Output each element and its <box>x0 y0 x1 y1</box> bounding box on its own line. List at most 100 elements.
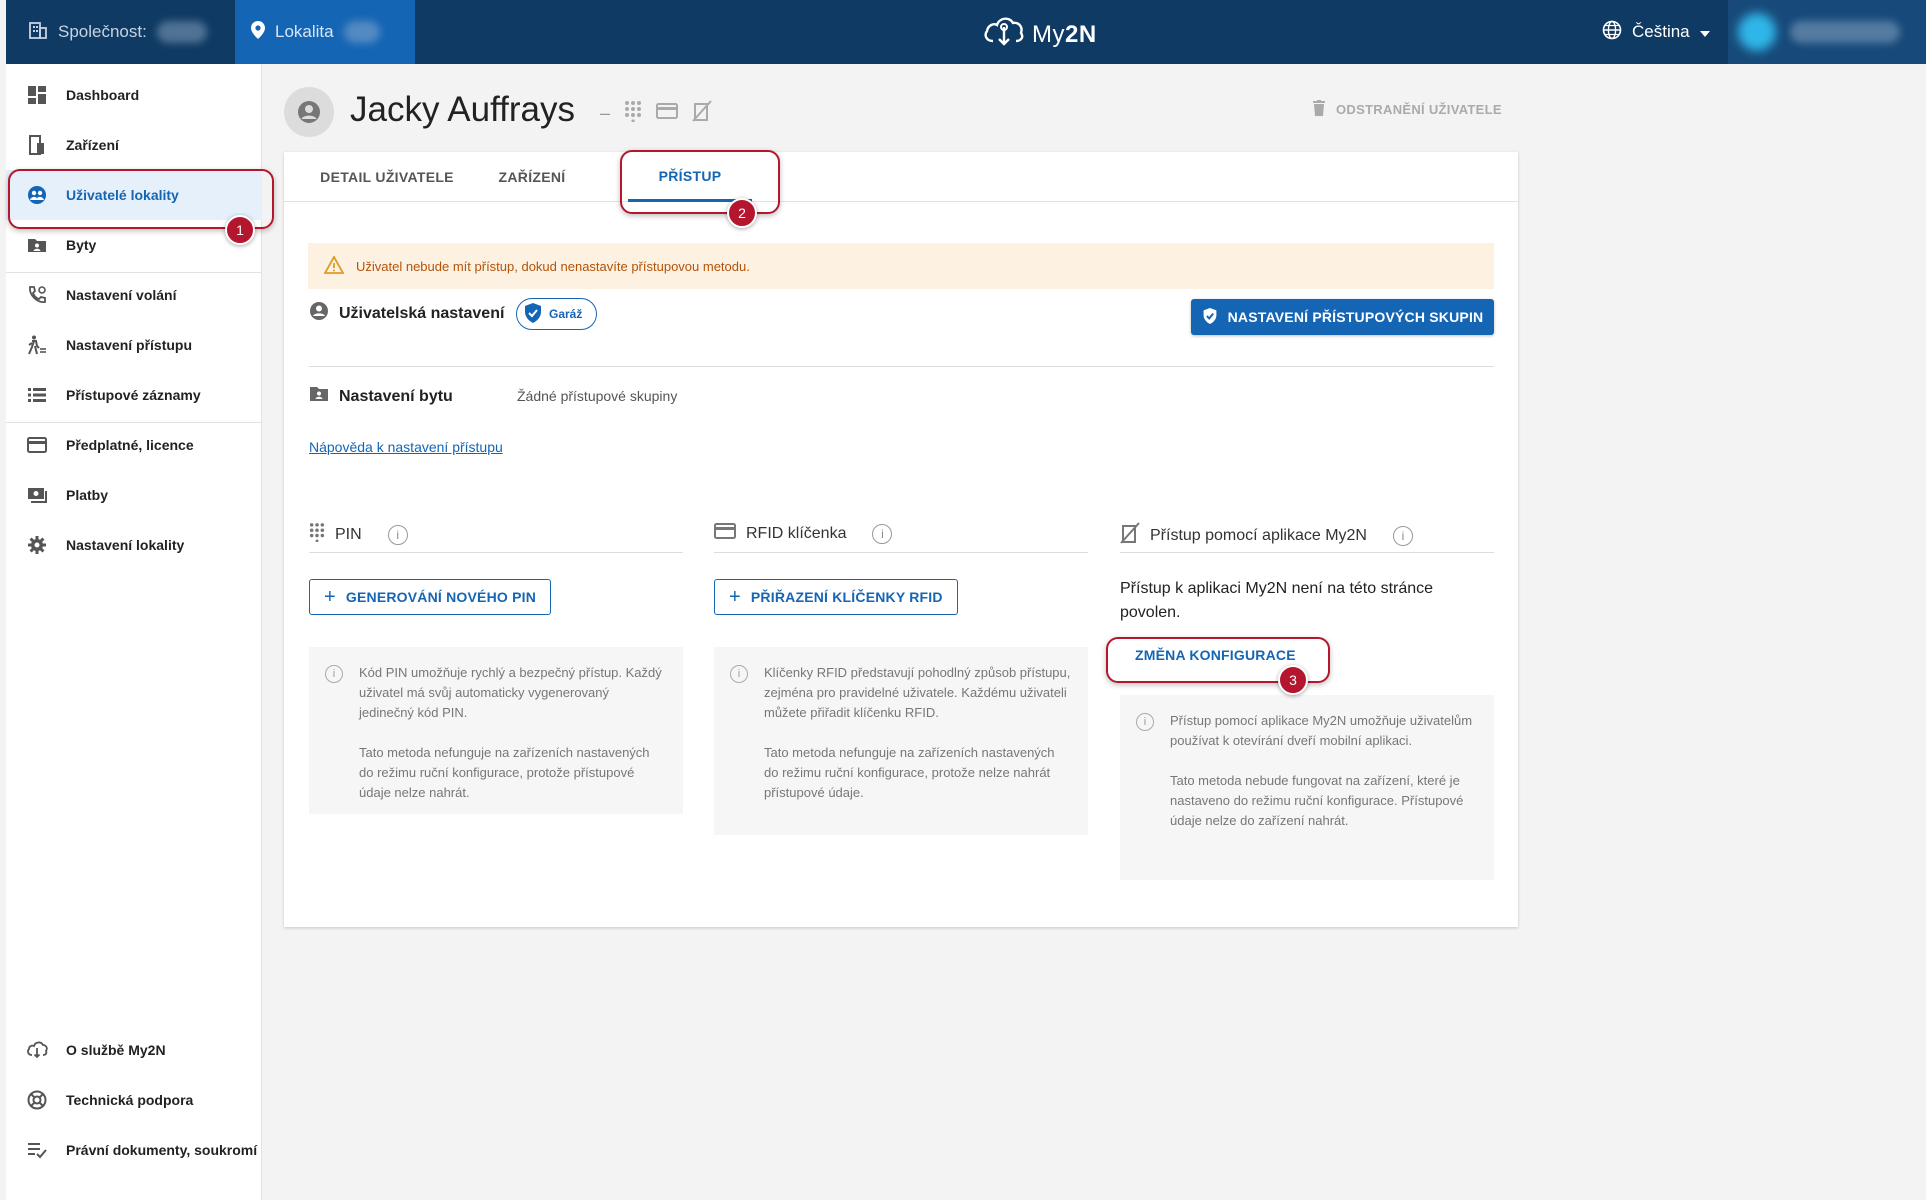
rfid-info-box: i Klíčenky RFID představují pohodlný způ… <box>714 647 1088 835</box>
pin-divider <box>309 552 683 553</box>
sidebar-item-access-settings[interactable]: Nastavení přístupu <box>6 320 262 370</box>
trash-icon <box>1312 100 1326 119</box>
rfid-info-text-2: Tato metoda nefunguje na zařízeních nast… <box>764 745 1055 800</box>
device-icon <box>26 134 48 156</box>
access-group-chip[interactable]: Garáž <box>516 298 598 330</box>
app-info-text-1: Přístup pomocí aplikace My2N umožňuje už… <box>1170 713 1473 748</box>
avatar <box>1738 13 1776 51</box>
user-access-method-icons: – <box>600 100 712 127</box>
sidebar-item-legal[interactable]: Právní dokumenty, soukromí <box>6 1125 262 1175</box>
company-label: Společnost: <box>58 22 147 41</box>
sidebar-item-tech-support[interactable]: Technická podpora <box>6 1075 262 1125</box>
sidebar-item-label: Platby <box>66 487 109 503</box>
keypad-icon <box>309 522 325 547</box>
sidebar-item-devices[interactable]: Zařízení <box>6 120 262 170</box>
sidebar-item-access-logs[interactable]: Přístupové záznamy <box>6 370 262 420</box>
annotation-badge-3: 3 <box>1278 665 1308 695</box>
dashboard-icon <box>26 84 48 106</box>
info-icon[interactable]: i <box>387 524 408 545</box>
globe-icon <box>1602 20 1622 45</box>
rfid-info-text-1: Klíčenky RFID představují pohodlný způso… <box>764 665 1071 720</box>
mobile-app-icon <box>692 100 712 127</box>
tab-devices[interactable]: ZAŘÍZENÍ <box>484 152 580 202</box>
access-help-link[interactable]: Nápověda k nastavení přístupu <box>309 439 503 455</box>
annotation-badge-2: 2 <box>727 198 757 228</box>
tab-bar: DETAIL UŽIVATELE ZAŘÍZENÍ PŘÍSTUP <box>284 152 1518 202</box>
pin-info-box: i Kód PIN umožňuje rychlý a bezpečný pří… <box>309 647 683 814</box>
access-groups-settings-button[interactable]: NASTAVENÍ PŘÍSTUPOVÝCH SKUPIN <box>1191 299 1494 335</box>
list-icon <box>26 384 48 406</box>
info-icon: i <box>1136 713 1154 731</box>
sidebar-item-label: Právní dokumenty, soukromí <box>66 1142 258 1158</box>
sidebar-item-call-settings[interactable]: Nastavení volání <box>6 270 262 320</box>
delete-user-label: ODSTRANĚNÍ UŽIVATELE <box>1336 102 1502 117</box>
sidebar: Dashboard Zařízení Uživatelé lokality By… <box>6 64 262 1200</box>
section-divider <box>309 366 1494 367</box>
cloud-icon <box>26 1039 48 1061</box>
caret-down-icon <box>1699 22 1710 42</box>
generate-pin-button[interactable]: + GENEROVÁNÍ NOVÉHO PIN <box>309 579 552 615</box>
annotation-badge-1: 1 <box>225 215 255 245</box>
location-label: Lokalita <box>275 22 334 41</box>
info-icon[interactable]: i <box>1392 525 1413 546</box>
app-title: Přístup pomocí aplikace My2N <box>1150 526 1367 544</box>
delete-user-button[interactable]: ODSTRANĚNÍ UŽIVATELE <box>1312 100 1502 119</box>
page-title: Jacky Auffrays <box>350 90 576 129</box>
keypad-icon <box>624 100 642 127</box>
legal-icon <box>26 1139 48 1161</box>
app-divider <box>1120 552 1494 553</box>
support-icon <box>26 1089 48 1111</box>
phone-settings-icon <box>26 284 48 306</box>
rfid-section-title: RFID klíčenka i <box>714 522 893 545</box>
access-card: DETAIL UŽIVATELE ZAŘÍZENÍ PŘÍSTUP Uživat… <box>284 152 1518 927</box>
sidebar-item-label: Nastavení volání <box>66 287 177 303</box>
logo-text: My2N <box>1032 20 1097 48</box>
user-name-redacted <box>1790 21 1900 43</box>
pin-info-text-2: Tato metoda nefunguje na zařízeních nast… <box>359 745 650 800</box>
user-menu[interactable] <box>1728 0 1926 64</box>
location-selector[interactable]: Lokalita <box>235 0 415 64</box>
company-name-redacted <box>156 21 207 43</box>
shield-check-icon <box>523 302 543 327</box>
mobile-app-icon <box>1120 522 1140 549</box>
sidebar-item-label: Byty <box>66 237 97 253</box>
sidebar-item-subscription[interactable]: Předplatné, licence <box>6 420 262 470</box>
my2n-logo: My2N <box>982 13 1097 56</box>
info-icon: i <box>325 665 343 683</box>
apartment-settings-label: Nastavení bytu <box>339 387 453 405</box>
plus-icon: + <box>324 585 336 608</box>
sidebar-item-dashboard[interactable]: Dashboard <box>6 70 262 120</box>
assign-rfid-button[interactable]: + PŘIŘAZENÍ KLÍČENKY RFID <box>714 579 958 615</box>
header-dash: – <box>600 103 611 123</box>
access-groups-settings-label: NASTAVENÍ PŘÍSTUPOVÝCH SKUPIN <box>1227 309 1484 325</box>
info-icon[interactable]: i <box>872 523 893 544</box>
apartment-settings-row: Nastavení bytu <box>309 385 453 408</box>
user-settings-row: Uživatelská nastavení <box>309 301 504 326</box>
sidebar-item-label: Zařízení <box>66 137 119 153</box>
tab-user-detail[interactable]: DETAIL UŽIVATELE <box>314 152 460 202</box>
user-circle-icon <box>309 301 329 326</box>
language-selector[interactable]: Čeština <box>1602 0 1710 64</box>
app-info-text-2: Tato metoda nebude fungovat na zařízení,… <box>1170 773 1464 828</box>
rfid-divider <box>714 552 1088 553</box>
location-name-redacted <box>343 21 380 43</box>
assign-rfid-label: PŘIŘAZENÍ KLÍČENKY RFID <box>750 589 943 605</box>
payment-icon <box>26 484 48 506</box>
sidebar-item-label: Nastavení přístupu <box>66 337 193 353</box>
language-label: Čeština <box>1632 22 1690 41</box>
sidebar-item-payments[interactable]: Platby <box>6 470 262 520</box>
sidebar-item-label: Přístupové záznamy <box>66 387 201 403</box>
card-icon <box>714 522 736 545</box>
sidebar-item-about-my2n[interactable]: O službě My2N <box>6 1025 262 1075</box>
card-icon <box>656 102 679 125</box>
access-group-label: Garáž <box>549 307 583 321</box>
warning-text: Uživatel nebude mít přístup, dokud nenas… <box>356 258 750 274</box>
company-selector[interactable]: Společnost: <box>6 0 235 64</box>
gear-icon <box>26 534 48 556</box>
rfid-title: RFID klíčenka <box>746 524 847 542</box>
annotation-highlight-2 <box>620 150 780 214</box>
card-icon <box>26 434 48 456</box>
warning-banner: Uživatel nebude mít přístup, dokud nenas… <box>308 243 1494 289</box>
sidebar-item-site-settings[interactable]: Nastavení lokality <box>6 520 262 570</box>
warning-icon <box>323 254 345 277</box>
